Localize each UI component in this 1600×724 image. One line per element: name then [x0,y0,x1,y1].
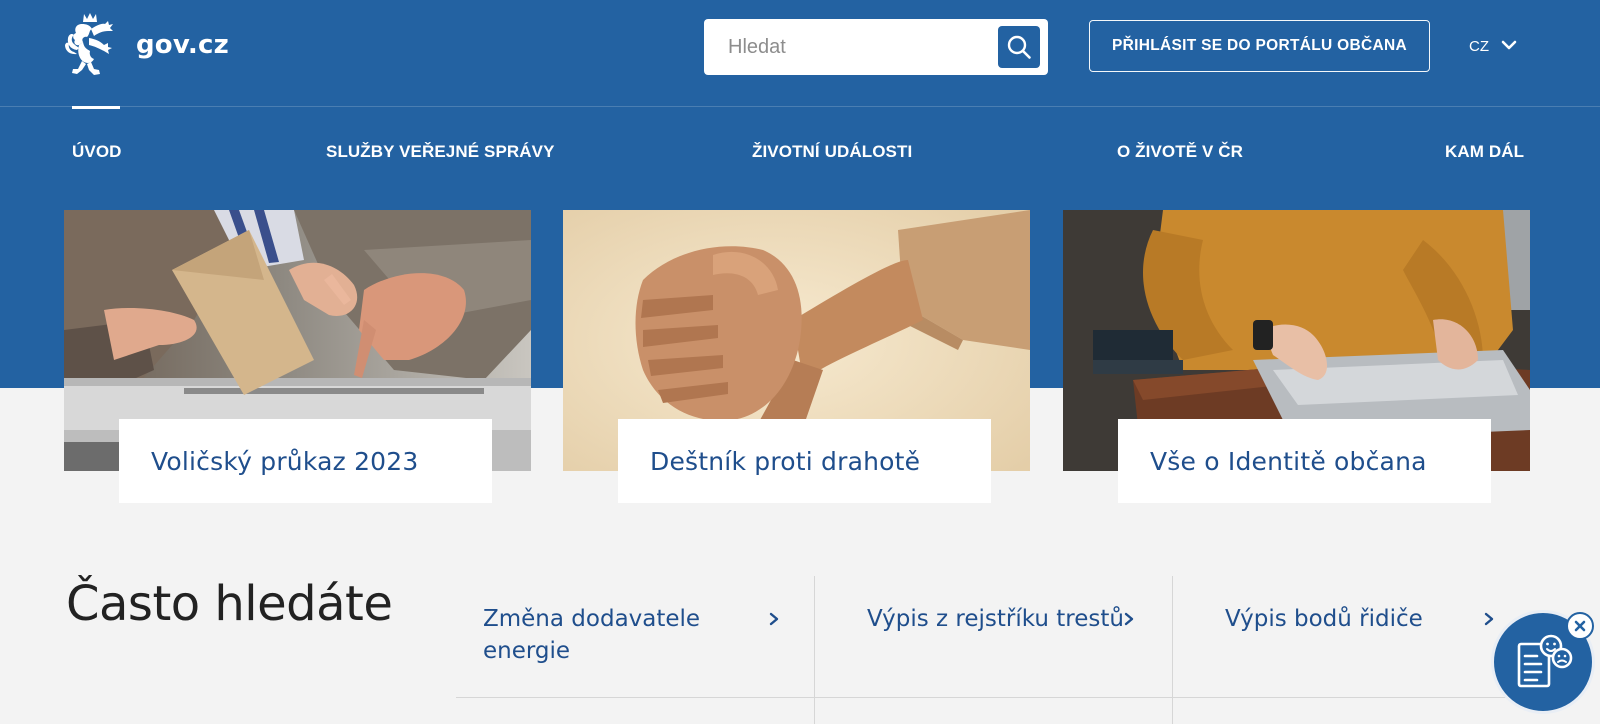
frequent-divider-vertical [814,576,815,724]
feedback-form-smileys-icon [1517,634,1573,688]
czech-lion-coat-of-arms-icon [65,13,113,75]
frequent-divider-horizontal [456,697,1556,698]
search-input[interactable] [714,27,974,67]
card-title: Deštník proti drahotě [618,419,991,503]
frequent-link-zmena-dodavatele-energie[interactable]: Změna dodavatele energie [483,603,813,683]
frequent-link-label: Výpis z rejstříku trestů [867,606,1124,632]
language-label: CZ [1469,37,1489,55]
feedback-close-button[interactable] [1566,612,1594,640]
logo-text: gov.cz [136,30,229,60]
nav-active-indicator [72,106,120,109]
search-box [704,19,1048,75]
nav-item-sluzby-verejne-spravy[interactable]: SLUŽBY VEŘEJNÉ SPRÁVY [326,142,555,162]
main-navigation: ÚVOD SLUŽBY VEŘEJNÉ SPRÁVY ŽIVOTNÍ UDÁLO… [0,106,1600,186]
card-volicsky-prukaz[interactable]: Voličský průkaz 2023 [64,210,531,503]
frequent-link-label: Změna dodavatele energie [483,606,701,664]
citizen-portal-login-button[interactable]: PŘIHLÁSIT SE DO PORTÁLU OBČANA [1089,20,1430,72]
nav-item-zivotni-udalosti[interactable]: ŽIVOTNÍ UDÁLOSTI [752,142,912,162]
card-destnik-proti-drahote[interactable]: Deštník proti drahotě [563,210,1030,503]
card-title: Vše o Identitě občana [1118,419,1491,503]
chevron-right-icon [1484,612,1494,626]
chevron-right-icon [769,612,779,626]
search-button[interactable] [998,26,1040,68]
chevron-down-icon [1501,40,1517,50]
nav-item-o-zivote-v-cr[interactable]: O ŽIVOTĚ V ČR [1117,142,1243,162]
card-identita-obcana[interactable]: Vše o Identitě občana [1063,210,1530,503]
nav-item-uvod[interactable]: ÚVOD [72,142,122,162]
frequent-section-title: Často hledáte [66,576,393,632]
search-icon [1007,35,1031,59]
language-selector[interactable]: CZ [1469,34,1517,58]
close-icon [1574,620,1586,632]
chevron-right-icon [1124,612,1134,626]
frequent-link-label: Výpis bodů řidiče [1225,606,1423,632]
home-logo-link[interactable]: gov.cz [64,12,229,78]
nav-item-kam-dal[interactable]: KAM DÁL [1445,142,1524,162]
frequent-link-vypis-z-rejstriku-trestu[interactable]: Výpis z rejstříku trestů [867,603,1197,683]
card-title: Voličský průkaz 2023 [119,419,492,503]
